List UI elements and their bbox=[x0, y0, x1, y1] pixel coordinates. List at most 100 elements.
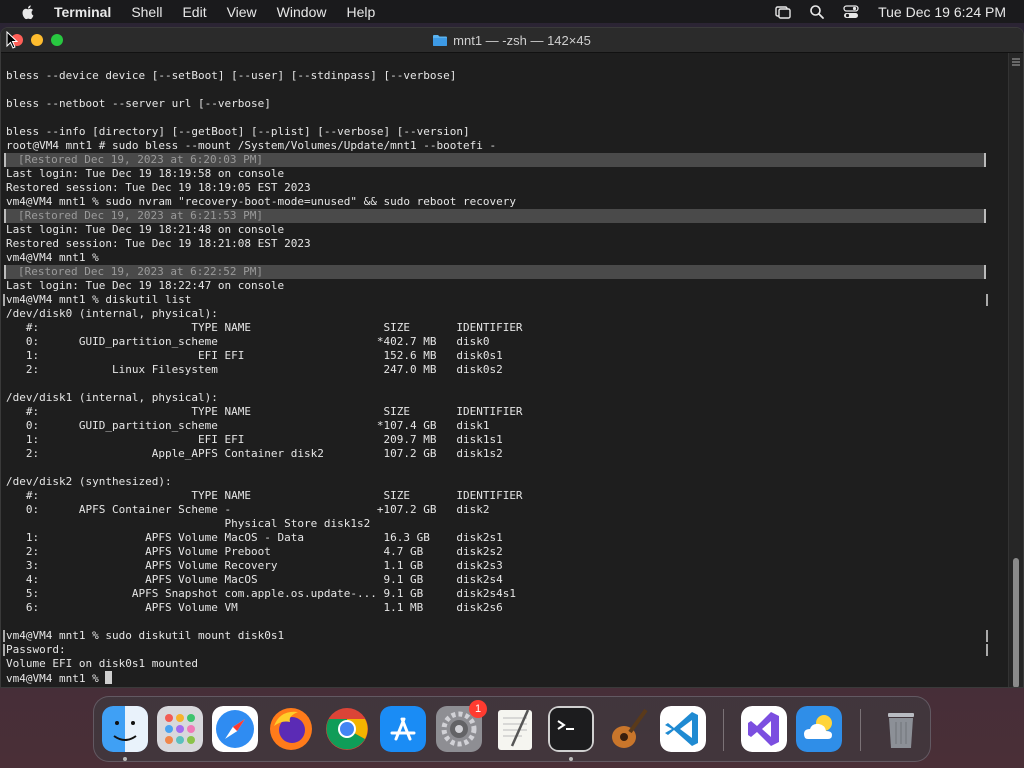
terminal-line: 1: APFS Volume MacOS - Data 16.3 GB disk… bbox=[6, 531, 1004, 545]
dock: 1 bbox=[93, 696, 931, 762]
menu-edit[interactable]: Edit bbox=[182, 4, 206, 20]
window-title-text: mnt1 — -zsh — 142×45 bbox=[453, 32, 591, 48]
terminal-line: Password: bbox=[3, 643, 1004, 657]
folder-icon bbox=[433, 35, 448, 46]
weather-icon[interactable] bbox=[796, 706, 842, 752]
session-restored-marker: [Restored Dec 19, 2023 at 6:21:53 PM] bbox=[4, 209, 986, 223]
terminal-line-text: 4: APFS Volume MacOS 9.1 GB disk2s4 bbox=[6, 573, 503, 586]
terminal-line: Restored session: Tue Dec 19 18:19:05 ES… bbox=[6, 181, 1004, 195]
mouse-pointer-icon bbox=[6, 31, 18, 49]
terminal-line-text: vm4@VM4 mnt1 % bbox=[6, 251, 99, 264]
terminal-window: mnt1 — -zsh — 142×45 bless --device devi… bbox=[0, 27, 1024, 688]
terminal-line: bless --info [directory] [--getBoot] [--… bbox=[6, 125, 1004, 139]
terminal-line-text: Last login: Tue Dec 19 18:21:48 on conso… bbox=[6, 223, 285, 236]
terminal-line-text: 0: GUID_partition_scheme *402.7 MB disk0 bbox=[6, 335, 490, 348]
terminal-line: Last login: Tue Dec 19 18:21:48 on conso… bbox=[6, 223, 1004, 237]
terminal-line: 3: APFS Volume Recovery 1.1 GB disk2s3 bbox=[6, 559, 1004, 573]
terminal-line-text: #: TYPE NAME SIZE IDENTIFIER bbox=[6, 405, 523, 418]
terminal-line: Physical Store disk1s2 bbox=[6, 517, 1004, 531]
garageband-icon[interactable] bbox=[604, 706, 650, 752]
scrollbar-thumb[interactable] bbox=[1013, 558, 1019, 687]
menu-app-name[interactable]: Terminal bbox=[54, 4, 111, 20]
firefox-icon[interactable] bbox=[268, 706, 314, 752]
scroll-grip-icon bbox=[1012, 58, 1020, 66]
terminal-line-text: 0: GUID_partition_scheme *107.4 GB disk1 bbox=[6, 419, 490, 432]
safari-icon[interactable] bbox=[212, 706, 258, 752]
terminal-scrollbar[interactable] bbox=[1008, 53, 1023, 687]
menu-help[interactable]: Help bbox=[346, 4, 375, 20]
terminal-line-text: Last login: Tue Dec 19 18:19:58 on conso… bbox=[6, 167, 285, 180]
terminal-line-text: vm4@VM4 mnt1 % sudo nvram "recovery-boot… bbox=[6, 195, 516, 208]
terminal-line-text: /dev/disk0 (internal, physical): bbox=[6, 307, 218, 320]
minimize-window-button[interactable] bbox=[31, 34, 43, 46]
terminal-line-text: #: TYPE NAME SIZE IDENTIFIER bbox=[6, 489, 523, 502]
terminal-app-icon[interactable] bbox=[548, 706, 594, 752]
launchpad-icon[interactable] bbox=[157, 706, 203, 752]
terminal-line: 6: APFS Volume VM 1.1 MB disk2s6 bbox=[6, 601, 1004, 615]
finder-icon[interactable] bbox=[102, 706, 148, 752]
terminal-line: /dev/disk1 (internal, physical): bbox=[6, 391, 1004, 405]
screen-mirroring-icon[interactable] bbox=[774, 3, 792, 21]
terminal-line-text: Volume EFI on disk0s1 mounted bbox=[6, 657, 199, 670]
terminal-line-text: bless --device device [--setBoot] [--use… bbox=[6, 69, 457, 82]
terminal-line: #: TYPE NAME SIZE IDENTIFIER bbox=[6, 321, 1004, 335]
search-icon[interactable] bbox=[808, 3, 826, 21]
terminal-line: vm4@VM4 mnt1 % diskutil list bbox=[3, 293, 1004, 307]
control-center-icon[interactable] bbox=[842, 3, 860, 21]
apple-icon[interactable] bbox=[20, 4, 36, 20]
terminal-line-text: 6: APFS Volume VM 1.1 MB disk2s6 bbox=[6, 601, 503, 614]
menu-bar-status-area: Tue Dec 19 6:24 PM bbox=[758, 0, 1006, 23]
terminal-line-text: [Restored Dec 19, 2023 at 6:22:52 PM] bbox=[18, 265, 264, 278]
zoom-window-button[interactable] bbox=[51, 34, 63, 46]
terminal-line-text: Last login: Tue Dec 19 18:22:47 on conso… bbox=[6, 279, 285, 292]
terminal-line: root@VM4 mnt1 # sudo bless --mount /Syst… bbox=[6, 139, 1004, 153]
terminal-line-text: Physical Store disk1s2 bbox=[6, 517, 371, 530]
chrome-icon[interactable] bbox=[324, 706, 370, 752]
terminal-output[interactable]: bless --device device [--setBoot] [--use… bbox=[1, 53, 1009, 687]
system-settings-app[interactable]: 1 bbox=[436, 700, 487, 752]
trash-icon[interactable] bbox=[878, 706, 924, 752]
vscode-icon[interactable] bbox=[660, 706, 706, 752]
terminal-line-text: 3: APFS Volume Recovery 1.1 GB disk2s3 bbox=[6, 559, 503, 572]
terminal-line: bless --netboot --server url [--verbose] bbox=[6, 97, 1004, 111]
terminal-line-text: root@VM4 mnt1 # sudo bless --mount /Syst… bbox=[6, 139, 497, 152]
terminal-line-text: 1: EFI EFI 209.7 MB disk1s1 bbox=[6, 433, 503, 446]
terminal-line: 2: APFS Volume Preboot 4.7 GB disk2s2 bbox=[6, 545, 1004, 559]
window-title: mnt1 — -zsh — 142×45 bbox=[433, 33, 591, 48]
terminal-line: /dev/disk0 (internal, physical): bbox=[6, 307, 1004, 321]
textedit-icon[interactable] bbox=[492, 706, 538, 752]
window-titlebar[interactable]: mnt1 — -zsh — 142×45 bbox=[1, 28, 1023, 53]
terminal-line: Last login: Tue Dec 19 18:19:58 on conso… bbox=[6, 167, 1004, 181]
terminal-line: 2: Linux Filesystem 247.0 MB disk0s2 bbox=[6, 363, 1004, 377]
terminal-line: vm4@VM4 mnt1 % sudo nvram "recovery-boot… bbox=[6, 195, 1004, 209]
menu-window[interactable]: Window bbox=[277, 4, 327, 20]
terminal-line-text: 1: EFI EFI 152.6 MB disk0s1 bbox=[6, 349, 503, 362]
terminal-line-text: vm4@VM4 mnt1 % bbox=[6, 672, 106, 685]
terminal-line: vm4@VM4 mnt1 % sudo diskutil mount disk0… bbox=[3, 629, 1004, 643]
dock-separator bbox=[723, 709, 724, 751]
terminal-line-text: 1: APFS Volume MacOS - Data 16.3 GB disk… bbox=[6, 531, 503, 544]
visual-studio-icon[interactable] bbox=[741, 706, 787, 752]
terminal-line: Last login: Tue Dec 19 18:22:47 on conso… bbox=[6, 279, 1004, 293]
terminal-line: 0: GUID_partition_scheme *402.7 MB disk0 bbox=[6, 335, 1004, 349]
menu-bar-clock[interactable]: Tue Dec 19 6:24 PM bbox=[878, 4, 1006, 20]
notification-badge: 1 bbox=[469, 700, 487, 718]
terminal-line-text: Password: bbox=[6, 643, 66, 656]
app-store-icon[interactable] bbox=[380, 706, 426, 752]
session-restored-marker: [Restored Dec 19, 2023 at 6:22:52 PM] bbox=[4, 265, 986, 279]
terminal-line: Restored session: Tue Dec 19 18:21:08 ES… bbox=[6, 237, 1004, 251]
terminal-line: 0: APFS Container Scheme - +107.2 GB dis… bbox=[6, 503, 1004, 517]
terminal-line: #: TYPE NAME SIZE IDENTIFIER bbox=[6, 489, 1004, 503]
terminal-line-text: vm4@VM4 mnt1 % diskutil list bbox=[6, 293, 192, 306]
terminal-line: Volume EFI on disk0s1 mounted bbox=[6, 657, 1004, 671]
terminal-line: 1: EFI EFI 209.7 MB disk1s1 bbox=[6, 433, 1004, 447]
terminal-running-indicator bbox=[569, 757, 573, 761]
menu-view[interactable]: View bbox=[227, 4, 257, 20]
menu-shell[interactable]: Shell bbox=[131, 4, 162, 20]
terminal-line-text: 0: APFS Container Scheme - +107.2 GB dis… bbox=[6, 503, 490, 516]
terminal-line: 2: Apple_APFS Container disk2 107.2 GB d… bbox=[6, 447, 1004, 461]
